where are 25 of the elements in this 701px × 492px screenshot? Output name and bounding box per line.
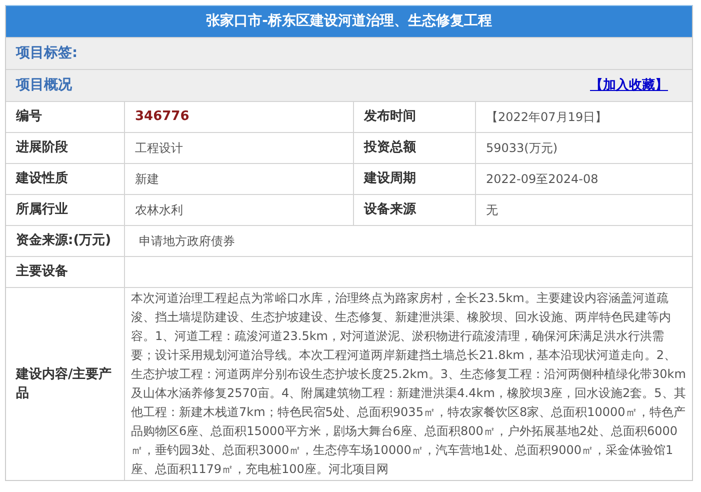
tags-label: 项目标签: [16,44,78,63]
field-value: 新建 [135,171,159,188]
field-label: 资金来源:(万元) [16,232,112,250]
page-title: 张家口市-桥东区建设河道治理、生态修复工程 [6,6,692,37]
field-label: 设备来源 [364,201,416,220]
field-label: 建设内容/主要产品 [16,366,113,403]
field-label: 建设周期 [364,170,416,188]
field-label: 编号 [16,108,42,126]
field-label: 主要设备 [16,262,68,282]
field-value: 2022-09至2024-08 [486,171,598,188]
field-label: 所属行业 [16,201,68,220]
field-value: 工程设计 [135,140,183,157]
description-text: 本次河道治理工程起点为常峪口水库，治理终点为路家房村，全长23.5km。主要建设内容涵盖河道疏浚、挡土墙堤防建设、生态护坡建设、生态修复、新建泄洪渠、橡胶坝、回水设施、两岸特色民建等内容。1、河道工程：疏浚河道23.5km，对河道淤泥、淤积物进行疏浚清理，确保河床满足洪水行洪需要；设计采用规划河道治导线。本次工程河道两岸新建挡土墙总长21.8km，基本沿现状河道走向。2、生态护坡工程：河道两岸分别布设生态护坡长度25.2km。3、生态修复工程：沿河两侧种植绿化带30km及山体水涵养修复2570亩。4、附属建筑物工程：新建泄洪渠4.4km，橡胶坝3座，回水设施2套。5、其他工程：新建木栈道7km；特色民宿5处、总面积9035㎡，特农家餐饮区8家、总面积10000㎡，特色产品购物区6座、总面积15000平方米，剧场大舞台6座、总面积800㎡，户外拓展基地2处、总面积6000㎡，垂钓园3处、总面积3000㎡，生态停车场10000㎡，汽车营地1处、总面积9000㎡，采金体验馆1座、总面积1179㎡，充电桩100座。河北项目网 [131,290,686,478]
add-favorite-link[interactable]: 【加入收藏】 [590,76,668,96]
field-value: 农林水利 [135,202,183,219]
field-label: 建设性质 [16,170,68,188]
field-value: 申请地方政府债券 [139,233,235,250]
field-value: 59033(万元) [486,140,558,157]
field-label: 投资总额 [364,138,416,158]
field-label: 进展阶段 [16,139,68,158]
field-value: 346776 [135,108,190,126]
field-value: 无 [486,202,498,219]
section-heading: 项目概况 [16,76,72,95]
field-value: 【2022年07月19日】 [486,109,608,126]
field-label: 发布时间 [364,108,416,126]
